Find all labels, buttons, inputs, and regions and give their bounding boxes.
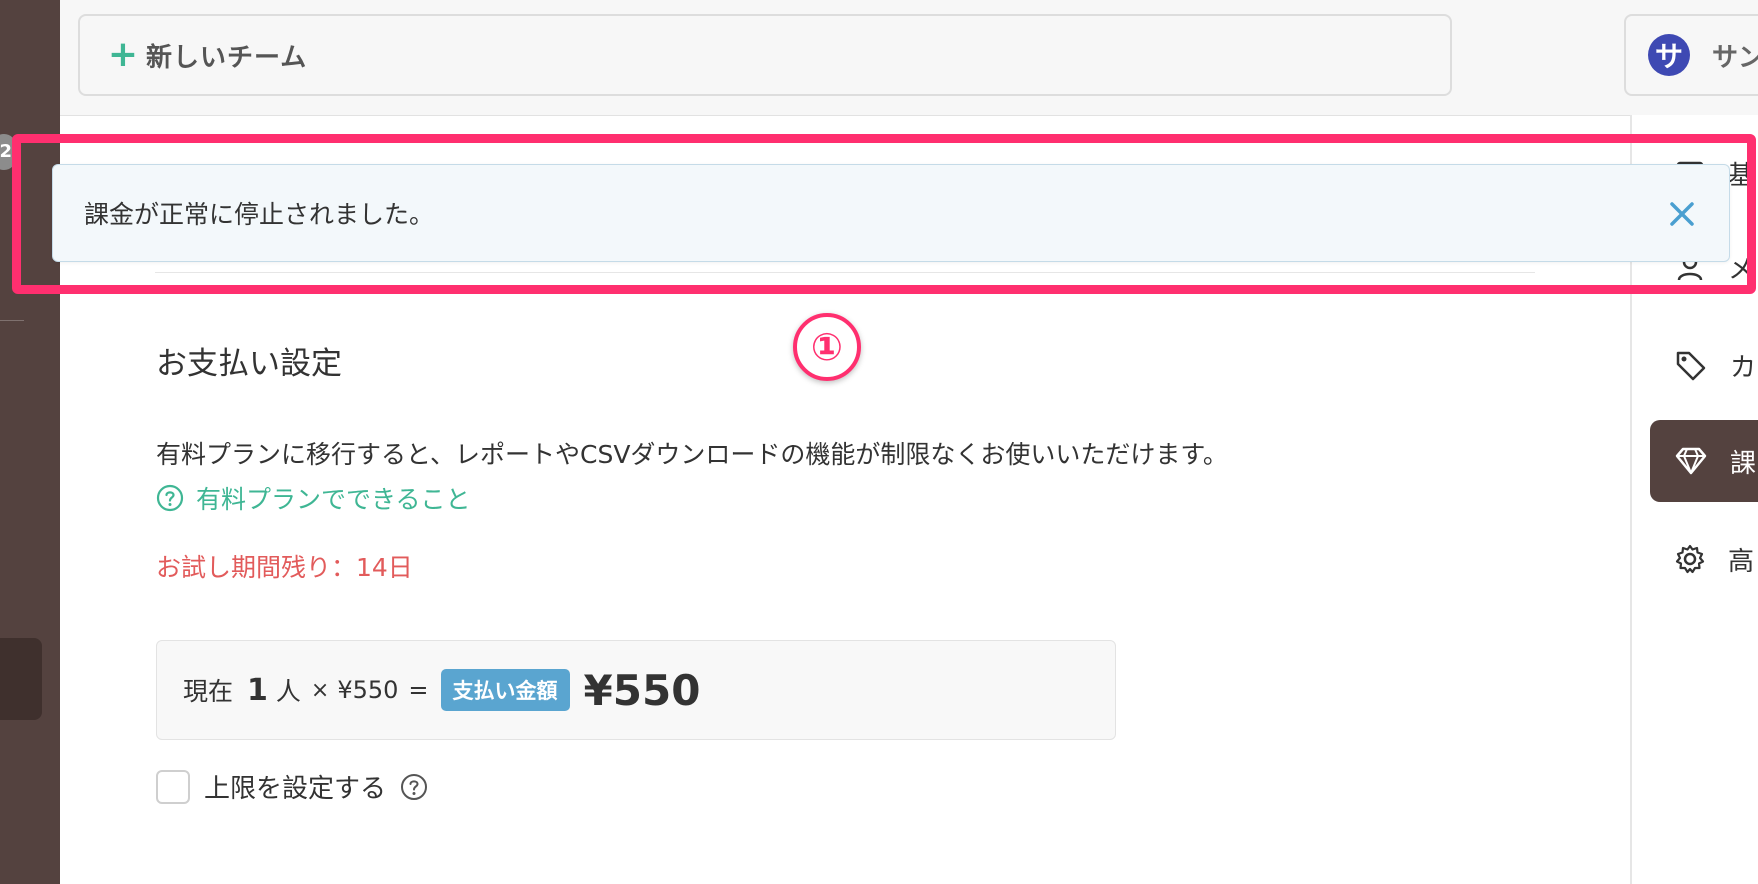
account-switcher[interactable]: サ サン bbox=[1624, 14, 1758, 96]
price-summary: 現在 1 人 × ¥550 = 支払い金額 ¥550 bbox=[156, 640, 1116, 740]
nav-item-label: 高 bbox=[1728, 546, 1755, 577]
user-unit: 人 bbox=[275, 677, 301, 706]
step-marker: ① bbox=[793, 313, 861, 381]
avatar: サ bbox=[1648, 34, 1690, 76]
nav-item-billing[interactable]: 課 bbox=[1650, 420, 1758, 502]
sidebar-divider bbox=[0, 320, 24, 321]
paid-plan-link-label: 有料プランでできること bbox=[196, 485, 471, 514]
page-title: お支払い設定 bbox=[156, 346, 342, 382]
new-team-label: 新しいチーム bbox=[146, 42, 308, 73]
paid-plan-link[interactable]: 有料プランでできること bbox=[156, 480, 471, 516]
gear-icon bbox=[1675, 544, 1705, 574]
billing-description: 有料プランに移行すると、レポートやCSVダウンロードの機能が制限なくお使いいただ… bbox=[156, 440, 1228, 469]
limit-setting-row: 上限を設定する bbox=[156, 768, 428, 805]
left-sidebar: 2 bbox=[0, 0, 60, 884]
user-count: 1 bbox=[247, 672, 268, 708]
trial-remaining: お試し期間残り：14日 bbox=[156, 553, 413, 582]
nav-item-categories[interactable]: カ bbox=[1650, 324, 1758, 406]
price-per-user: ¥550 bbox=[337, 676, 399, 704]
nav-item-label: カ bbox=[1730, 352, 1757, 383]
multiply-sign: × bbox=[310, 677, 330, 703]
annotation-highlight bbox=[12, 134, 1756, 294]
nav-item-advanced[interactable]: 高 bbox=[1650, 518, 1758, 600]
price-current-label: 現在 bbox=[183, 677, 234, 706]
question-circle-icon bbox=[156, 484, 184, 512]
help-icon[interactable] bbox=[400, 773, 428, 801]
diamond-icon bbox=[1675, 447, 1707, 475]
account-name: サン bbox=[1712, 42, 1758, 73]
new-team-button[interactable]: + 新しいチーム bbox=[78, 14, 1452, 96]
equals-sign: = bbox=[408, 676, 429, 704]
limit-checkbox-label[interactable]: 上限を設定する bbox=[204, 768, 386, 805]
plus-icon: + bbox=[107, 34, 139, 75]
payment-amount-badge: 支払い金額 bbox=[440, 669, 570, 711]
sidebar-active-item[interactable] bbox=[0, 638, 42, 720]
price-total: ¥550 bbox=[583, 665, 701, 715]
tag-icon bbox=[1676, 351, 1706, 381]
limit-checkbox[interactable] bbox=[156, 769, 190, 804]
nav-item-label: 課 bbox=[1730, 448, 1757, 479]
